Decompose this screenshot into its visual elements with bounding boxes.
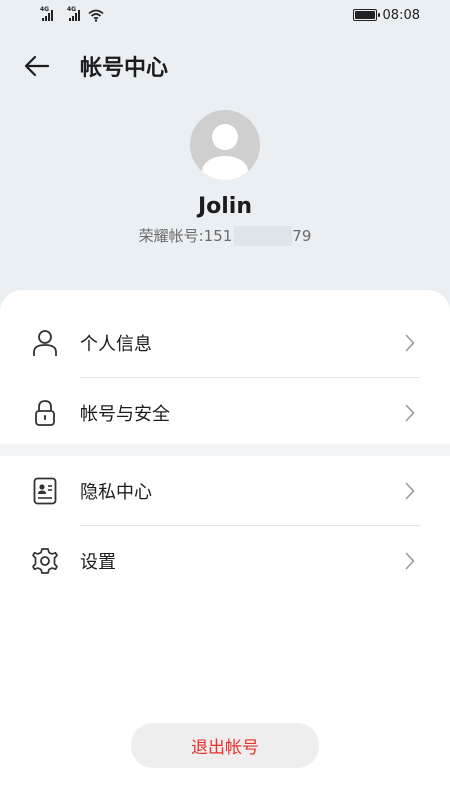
page-title: 帐号中心	[80, 56, 169, 81]
menu-item-account-security[interactable]: 帐号与安全	[0, 378, 450, 448]
status-bar: 4G 4G 08:08	[0, 0, 450, 30]
back-button[interactable]	[24, 44, 74, 88]
menu-label-personal-info: 个人信息	[80, 334, 152, 355]
menu-label-account-security: 帐号与安全	[80, 404, 170, 425]
status-time: 08:08	[382, 7, 420, 23]
menu-card-1: 个人信息 帐号与安全	[0, 290, 450, 444]
profile-section: Jolin 荣耀帐号: 151 79	[0, 110, 450, 246]
battery-icon	[352, 9, 380, 21]
chevron-right-icon	[400, 333, 420, 353]
id-card-icon	[30, 476, 60, 506]
signal-icon-2: 4G	[57, 6, 80, 21]
wifi-icon	[88, 9, 104, 22]
account-id: 荣耀帐号: 151 79	[0, 225, 450, 246]
menu-label-settings: 设置	[80, 552, 116, 573]
menu-item-personal-info[interactable]: 个人信息	[0, 308, 450, 378]
status-icons-left: 4G 4G	[30, 6, 104, 22]
logout-button[interactable]: 退出帐号	[131, 723, 319, 768]
section-gap	[0, 444, 450, 456]
status-icons-right: 08:08	[352, 7, 420, 23]
chevron-right-icon	[400, 403, 420, 423]
lock-icon	[30, 398, 60, 428]
avatar[interactable]	[190, 110, 260, 180]
signal-icon-1: 4G	[30, 6, 53, 21]
header: 帐号中心	[0, 44, 450, 88]
back-arrow-icon	[24, 55, 50, 77]
person-icon	[30, 328, 60, 358]
account-suffix: 79	[292, 226, 312, 245]
account-prefix: 151	[203, 226, 233, 245]
account-center-screen: 4G 4G 08:08 帐号中心 Jolin 荣耀帐号: 151 79 个人信息…	[0, 0, 450, 800]
chevron-right-icon	[400, 481, 420, 501]
chevron-right-icon	[400, 551, 420, 571]
account-mask	[234, 225, 293, 246]
user-name: Jolin	[197, 194, 253, 219]
account-label: 荣耀帐号:	[138, 227, 204, 245]
menu-item-settings[interactable]: 设置	[0, 526, 450, 596]
menu-item-privacy-center[interactable]: 隐私中心	[0, 456, 450, 526]
gear-icon	[30, 546, 60, 576]
menu-label-privacy-center: 隐私中心	[80, 482, 152, 503]
